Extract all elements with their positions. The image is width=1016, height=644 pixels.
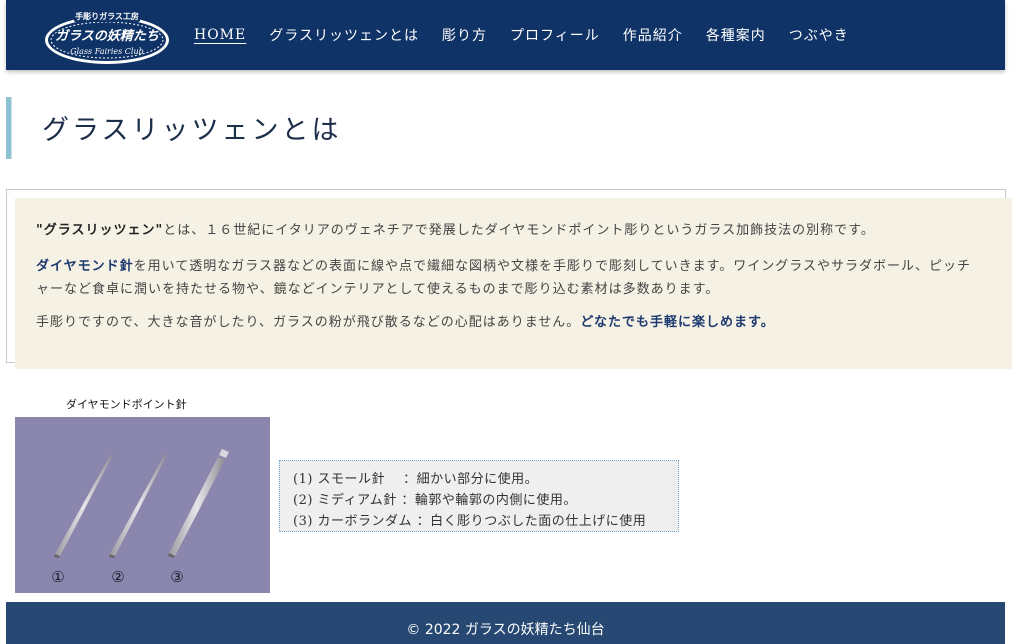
- nav-tweets[interactable]: つぶやき: [789, 25, 849, 45]
- title-accent-bar: [6, 97, 12, 159]
- logo-main-text: ガラスの妖精たち: [55, 28, 159, 44]
- needle-caption: ダイヤモンドポイント針: [66, 398, 187, 411]
- site-logo[interactable]: 手彫りガラス工房 ガラスの妖精たち Glass Fairies Club: [40, 5, 174, 67]
- intro-paragraph-3: 手彫りですので、大きな音がしたり、ガラスの粉が飛び散るなどの心配はありません。ど…: [36, 311, 981, 334]
- intro-term: "グラスリッツェン": [36, 223, 164, 238]
- intro-p3-emphasis: どなたでも手軽に楽しめます。: [580, 315, 775, 330]
- site-header: 手彫りガラス工房 ガラスの妖精たち Glass Fairies Club HOM…: [6, 0, 1005, 70]
- medium-needle-shape: [109, 454, 167, 558]
- needle-info-line-1: (1) スモール針 ：細かい部分に使用。: [293, 472, 539, 487]
- nav-about-glass-ritzen[interactable]: グラスリッツェンとは: [269, 25, 419, 45]
- needle-info-box: (1) スモール針 ：細かい部分に使用。 (2) ミディアム針 ：輪郭や輪郭の内…: [279, 460, 679, 532]
- intro-p2-text: を用いて透明なガラス器などの表面に線や点で繊細な図柄や文様を手彫りで彫刻していき…: [36, 259, 972, 297]
- needle-illustration: ① ② ③: [51, 449, 229, 586]
- intro-paragraph-1: "グラスリッツェン"とは、１６世紀にイタリアのヴェネチアで発展したダイヤモンドポ…: [36, 219, 981, 242]
- diamond-needle-term: ダイヤモンド針: [36, 259, 134, 274]
- logo-script-text: Glass Fairies Club: [70, 47, 144, 56]
- intro-box: "グラスリッツェン"とは、１６世紀にイタリアのヴェネチアで発展したダイヤモンドポ…: [15, 198, 1012, 369]
- page-title: グラスリッツェンとは: [42, 115, 342, 146]
- nav-works[interactable]: 作品紹介: [623, 25, 683, 45]
- logo-emblem: 手彫りガラス工房 ガラスの妖精たち Glass Fairies Club: [45, 10, 169, 64]
- logo-top-text: 手彫りガラス工房: [75, 11, 139, 21]
- intro-p1-text: とは、１６世紀にイタリアのヴェネチアで発展したダイヤモンドポイント彫りというガラ…: [163, 223, 875, 238]
- copyright-text: © 2022 ガラスの妖精たち仙台: [406, 622, 605, 638]
- needle-number-3: ③: [170, 568, 183, 586]
- carborundum-needle-shape: [168, 449, 229, 558]
- main-nav: HOME グラスリッツェンとは 彫り方 プロフィール 作品紹介 各種案内 つぶや…: [194, 0, 872, 70]
- needle-number-1: ①: [51, 568, 64, 586]
- needle-info-line-2: (2) ミディアム針 ：輪郭や輪郭の内側に使用。: [293, 493, 577, 508]
- nav-how-to-carve[interactable]: 彫り方: [442, 25, 487, 45]
- nav-info[interactable]: 各種案内: [706, 25, 766, 45]
- nav-profile[interactable]: プロフィール: [510, 25, 600, 45]
- needle-photo: ① ② ③: [15, 417, 270, 593]
- nav-home[interactable]: HOME: [194, 27, 246, 43]
- intro-paragraph-2: ダイヤモンド針を用いて透明なガラス器などの表面に線や点で繊細な図柄や文様を手彫り…: [36, 255, 981, 301]
- small-needle-shape: [54, 454, 113, 558]
- intro-p3-text: 手彫りですので、大きな音がしたり、ガラスの粉が飛び散るなどの心配はありません。: [36, 315, 581, 330]
- needle-info-line-3: (3) カーボランダム ：白く彫りつぶした面の仕上げに使用: [293, 514, 647, 529]
- needle-number-2: ②: [111, 568, 124, 586]
- site-footer: © 2022 ガラスの妖精たち仙台: [6, 602, 1005, 644]
